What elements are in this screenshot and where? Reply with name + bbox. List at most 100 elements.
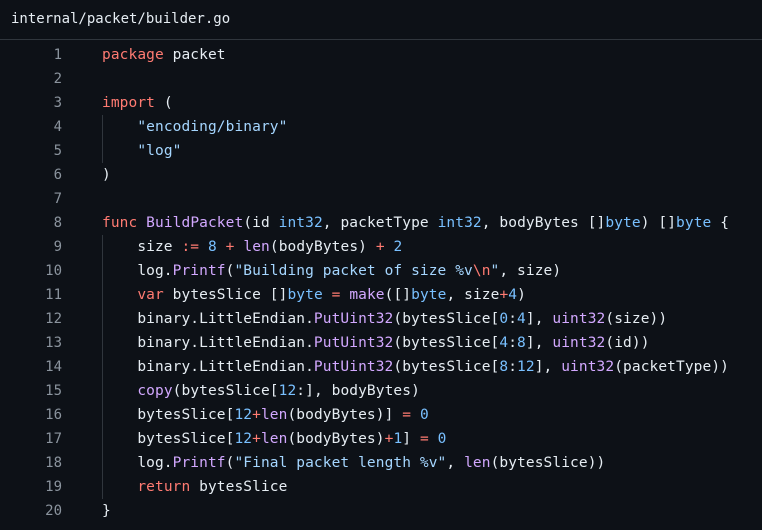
code-line[interactable]: 7 <box>0 187 762 211</box>
line-number[interactable]: 6 <box>0 163 62 187</box>
line-number[interactable]: 16 <box>0 403 62 427</box>
code-token-builtin: len <box>243 239 270 255</box>
code-line[interactable]: 13 binary.LittleEndian.PutUint32(bytesSl… <box>0 331 762 355</box>
code-line[interactable]: 19 return bytesSlice <box>0 475 762 499</box>
line-number[interactable]: 7 <box>0 187 62 211</box>
code-token-plain: , packetType <box>322 215 438 231</box>
code-token-plain: ) <box>517 287 526 303</box>
code-line[interactable]: 2 <box>0 67 762 91</box>
code-token-escape: \n <box>472 263 491 279</box>
code-token-number: 12 <box>517 359 535 375</box>
code-token-keyword: return <box>137 479 191 495</box>
code-token-keyword: package <box>102 47 164 63</box>
line-number[interactable]: 18 <box>0 451 62 475</box>
code-line-content[interactable]: binary.LittleEndian.PutUint32(bytesSlice… <box>102 355 729 379</box>
code-line[interactable]: 12 binary.LittleEndian.PutUint32(bytesSl… <box>0 307 762 331</box>
code-line-content[interactable]: } <box>102 499 111 523</box>
code-token-func: Printf <box>172 455 226 471</box>
code-line-content[interactable]: ) <box>102 163 111 187</box>
line-number[interactable]: 12 <box>0 307 62 331</box>
code-token-plain: binary.LittleEndian. <box>102 311 314 327</box>
code-line-content[interactable]: size := 8 + len(bodyBytes) + 2 <box>102 235 402 259</box>
code-token-plain: size <box>102 239 182 255</box>
code-token-plain: ] <box>402 431 420 447</box>
line-number[interactable]: 14 <box>0 355 62 379</box>
code-token-plain: bytesSlice[ <box>102 407 235 423</box>
code-token-plain: bytesSlice [] <box>163 287 288 303</box>
line-number[interactable]: 2 <box>0 67 62 91</box>
line-number[interactable]: 11 <box>0 283 62 307</box>
line-number[interactable]: 10 <box>0 259 62 283</box>
code-token-plain: , bodyBytes [] <box>481 215 606 231</box>
code-token-type: byte <box>676 215 712 231</box>
code-line[interactable]: 16 bytesSlice[12+len(bodyBytes)] = 0 <box>0 403 762 427</box>
line-number[interactable]: 13 <box>0 331 62 355</box>
code-line[interactable]: 17 bytesSlice[12+len(bodyBytes)+1] = 0 <box>0 427 762 451</box>
code-line[interactable]: 8 func BuildPacket(id int32, packetType i… <box>0 211 762 235</box>
code-token-type: int32 <box>437 215 482 231</box>
code-token-plain: (bytesSlice[ <box>172 383 279 399</box>
line-number[interactable]: 15 <box>0 379 62 403</box>
code-line[interactable]: 9 size := 8 + len(bodyBytes) + 2 <box>0 235 762 259</box>
code-line-content[interactable]: binary.LittleEndian.PutUint32(bytesSlice… <box>102 331 650 355</box>
line-number[interactable]: 17 <box>0 427 62 451</box>
code-token-plain: (packetType)) <box>614 359 729 375</box>
code-line[interactable]: 15 copy(bytesSlice[12:], bodyBytes) <box>0 379 762 403</box>
code-line-content[interactable]: "encoding/binary" <box>102 115 287 139</box>
file-path[interactable]: internal/packet/builder.go <box>11 10 230 28</box>
code-line-content[interactable]: log.Printf("Building packet of size %v\n… <box>102 259 561 283</box>
code-line[interactable]: 14 binary.LittleEndian.PutUint32(bytesSl… <box>0 355 762 379</box>
code-token-operator: + <box>225 239 235 255</box>
code-line[interactable]: 20} <box>0 499 762 523</box>
code-token-func: uint32 <box>561 359 615 375</box>
code-token-type: byte <box>411 287 447 303</box>
line-number[interactable]: 9 <box>0 235 62 259</box>
line-number[interactable]: 3 <box>0 91 62 115</box>
code-line-content[interactable]: import ( <box>102 91 173 115</box>
code-line[interactable]: 1 package packet <box>0 43 762 67</box>
line-number[interactable]: 5 <box>0 139 62 163</box>
code-line-content[interactable]: return bytesSlice <box>102 475 287 499</box>
code-line[interactable]: 18 log.Printf("Final packet length %v", … <box>0 451 762 475</box>
code-line-content[interactable]: bytesSlice[12+len(bodyBytes)] = 0 <box>102 403 429 427</box>
line-number[interactable]: 19 <box>0 475 62 499</box>
code-token-keyword: import <box>102 95 155 111</box>
code-line[interactable]: 10 log.Printf("Building packet of size %… <box>0 259 762 283</box>
code-line[interactable]: 3 import ( <box>0 91 762 115</box>
code-line[interactable]: 11 var bytesSlice []byte = make([]byte, … <box>0 283 762 307</box>
code-line-content[interactable]: func BuildPacket(id int32, packetType in… <box>102 211 729 235</box>
code-line[interactable]: 4 "encoding/binary" <box>0 115 762 139</box>
code-token-number: 8 <box>499 359 509 375</box>
code-token-plain: { <box>711 215 730 231</box>
code-token-plain: : <box>508 359 518 375</box>
code-token-plain: (bodyBytes)] <box>287 407 403 423</box>
code-line-content[interactable]: bytesSlice[12+len(bodyBytes)+1] = 0 <box>102 427 447 451</box>
code-token-func: PutUint32 <box>313 311 394 327</box>
code-line[interactable]: 6) <box>0 163 762 187</box>
code-view[interactable]: 1 package packet 2 3 import (4 "encoding/bin… <box>0 43 762 523</box>
code-line-content[interactable]: copy(bytesSlice[12:], bodyBytes) <box>102 379 420 403</box>
line-number[interactable]: 8 <box>0 211 62 235</box>
code-line[interactable]: 5 "log" <box>0 139 762 163</box>
code-token-type: int32 <box>278 215 323 231</box>
code-token-plain: , <box>446 455 465 471</box>
code-line-content[interactable]: "log" <box>102 139 181 163</box>
line-number[interactable]: 1 <box>0 43 62 67</box>
code-token-number: 8 <box>207 239 217 255</box>
code-line-content[interactable]: log.Printf("Final packet length %v", len… <box>102 451 605 475</box>
line-number[interactable]: 4 <box>0 115 62 139</box>
code-token-type: byte <box>287 287 323 303</box>
code-token-builtin: len <box>260 407 288 423</box>
code-token-plain: ) [] <box>640 215 677 231</box>
code-token-func: uint32 <box>552 335 606 351</box>
code-line-content[interactable]: package packet <box>102 43 226 67</box>
code-line-content[interactable]: var bytesSlice []byte = make([]byte, siz… <box>102 283 526 307</box>
code-line-content[interactable]: binary.LittleEndian.PutUint32(bytesSlice… <box>102 307 667 331</box>
code-token-number: 12 <box>234 431 253 447</box>
line-number[interactable]: 20 <box>0 499 62 523</box>
